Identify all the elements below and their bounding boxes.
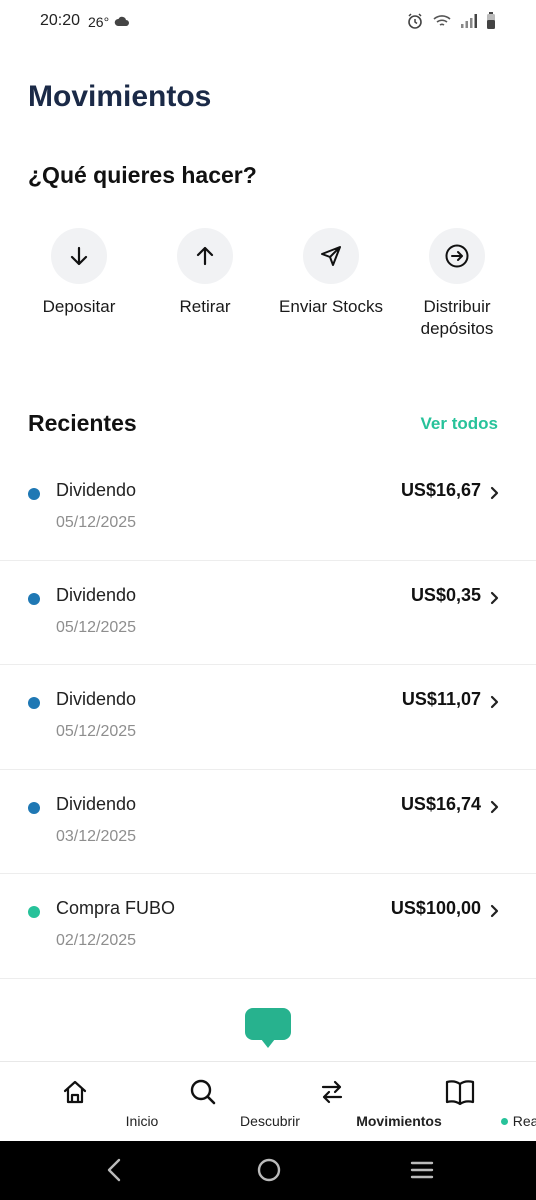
actions-heading: ¿Qué quieres hacer?: [28, 162, 257, 188]
transaction-row[interactable]: Dividendo 05/12/2025 US$0,35: [0, 561, 536, 665]
nav-item-movements[interactable]: Movimientos: [265, 1062, 442, 1142]
send-icon: [303, 228, 359, 284]
distribute-deposits-label: Distribuir depósitos: [420, 297, 494, 338]
transaction-row[interactable]: Dividendo 03/12/2025 US$16,74: [0, 770, 536, 874]
back-icon[interactable]: [104, 1157, 124, 1188]
status-icons: [406, 12, 496, 35]
arrow-circle-right-icon: [429, 228, 485, 284]
status-temperature: 26°: [88, 14, 110, 30]
transaction-date: 03/12/2025: [56, 827, 137, 845]
deposit-label: Depositar: [42, 297, 116, 316]
home-circle-icon[interactable]: [256, 1157, 282, 1188]
transaction-type-dot: [28, 488, 40, 500]
nav-item-reads[interactable]: Reads: [393, 1062, 536, 1142]
transactions-list: Dividendo 05/12/2025 US$16,67 Dividendo …: [0, 456, 536, 979]
nav-label-reads-text: Reads: [512, 1113, 536, 1129]
chevron-right-icon: [490, 591, 500, 610]
recent-heading: Recientes: [28, 410, 137, 436]
battery-icon: [486, 12, 496, 35]
transaction-row[interactable]: Dividendo 05/12/2025 US$16,67: [0, 456, 536, 561]
nav-item-discover[interactable]: Descubrir: [136, 1062, 300, 1142]
transaction-date: 02/12/2025: [56, 932, 137, 949]
deposit-button[interactable]: Depositar: [14, 228, 144, 318]
transaction-amount: US$16,74: [400, 793, 481, 814]
transaction-row[interactable]: Dividendo 05/12/2025 US$11,07: [0, 665, 536, 770]
wifi-icon: [432, 13, 452, 34]
transaction-amount: US$100,00: [390, 898, 481, 918]
transaction-type-dot: [28, 592, 40, 605]
transaction-amount: US$11,07: [401, 689, 481, 709]
cloud-icon: [114, 14, 130, 32]
chat-button[interactable]: [245, 1008, 291, 1048]
chevron-right-icon: [490, 486, 500, 505]
transaction-name: Dividendo: [56, 584, 137, 605]
system-nav-bar: [0, 1141, 536, 1200]
alarm-icon: [406, 12, 424, 35]
page-title: Movimientos: [28, 80, 212, 113]
see-all-link[interactable]: Ver todos: [421, 414, 498, 434]
transaction-date: 05/12/2025: [56, 618, 137, 636]
bottom-nav: Inicio Descubrir Movimientos Reads: [0, 1061, 536, 1141]
quick-actions: Depositar Retirar Enviar Stocks Distribu…: [0, 228, 536, 348]
withdraw-label: Retirar: [179, 297, 231, 316]
nav-item-home[interactable]: Inicio: [8, 1062, 158, 1142]
arrow-up-icon: [177, 228, 233, 284]
signal-icon: [460, 13, 478, 34]
transfer-icon: [318, 1078, 346, 1111]
transaction-date: 05/12/2025: [56, 723, 137, 740]
transaction-type-dot: [28, 906, 40, 918]
transaction-date: 05/12/2025: [56, 514, 137, 531]
transaction-amount: US$16,67: [400, 480, 481, 500]
withdraw-button[interactable]: Retirar: [140, 228, 270, 318]
chevron-right-icon: [490, 904, 500, 923]
recents-icon[interactable]: [409, 1157, 435, 1188]
chevron-right-icon: [490, 800, 500, 819]
transaction-name: Dividendo: [56, 689, 137, 709]
book-icon: [444, 1078, 476, 1111]
transaction-amount: US$0,35: [410, 584, 481, 605]
nav-label-reads: Reads: [460, 1113, 536, 1129]
arrow-down-icon: [51, 228, 107, 284]
transaction-type-dot: [28, 697, 40, 709]
status-bar: 20:20 26°: [0, 0, 536, 44]
send-stocks-button[interactable]: Enviar Stocks: [266, 228, 396, 318]
new-indicator-dot: [500, 1117, 508, 1125]
transaction-name: Compra FUBO: [56, 898, 176, 918]
transaction-name: Dividendo: [56, 793, 137, 814]
home-icon: [61, 1078, 89, 1111]
transaction-name: Dividendo: [56, 480, 137, 500]
chevron-right-icon: [490, 695, 500, 714]
send-stocks-label: Enviar Stocks: [279, 297, 383, 316]
transaction-type-dot: [28, 801, 40, 814]
status-time: 20:20: [40, 12, 81, 29]
search-icon: [189, 1078, 217, 1111]
distribute-deposits-button[interactable]: Distribuir depósitos: [392, 228, 522, 340]
transaction-row[interactable]: Compra FUBO 02/12/2025 US$100,00: [0, 874, 536, 979]
